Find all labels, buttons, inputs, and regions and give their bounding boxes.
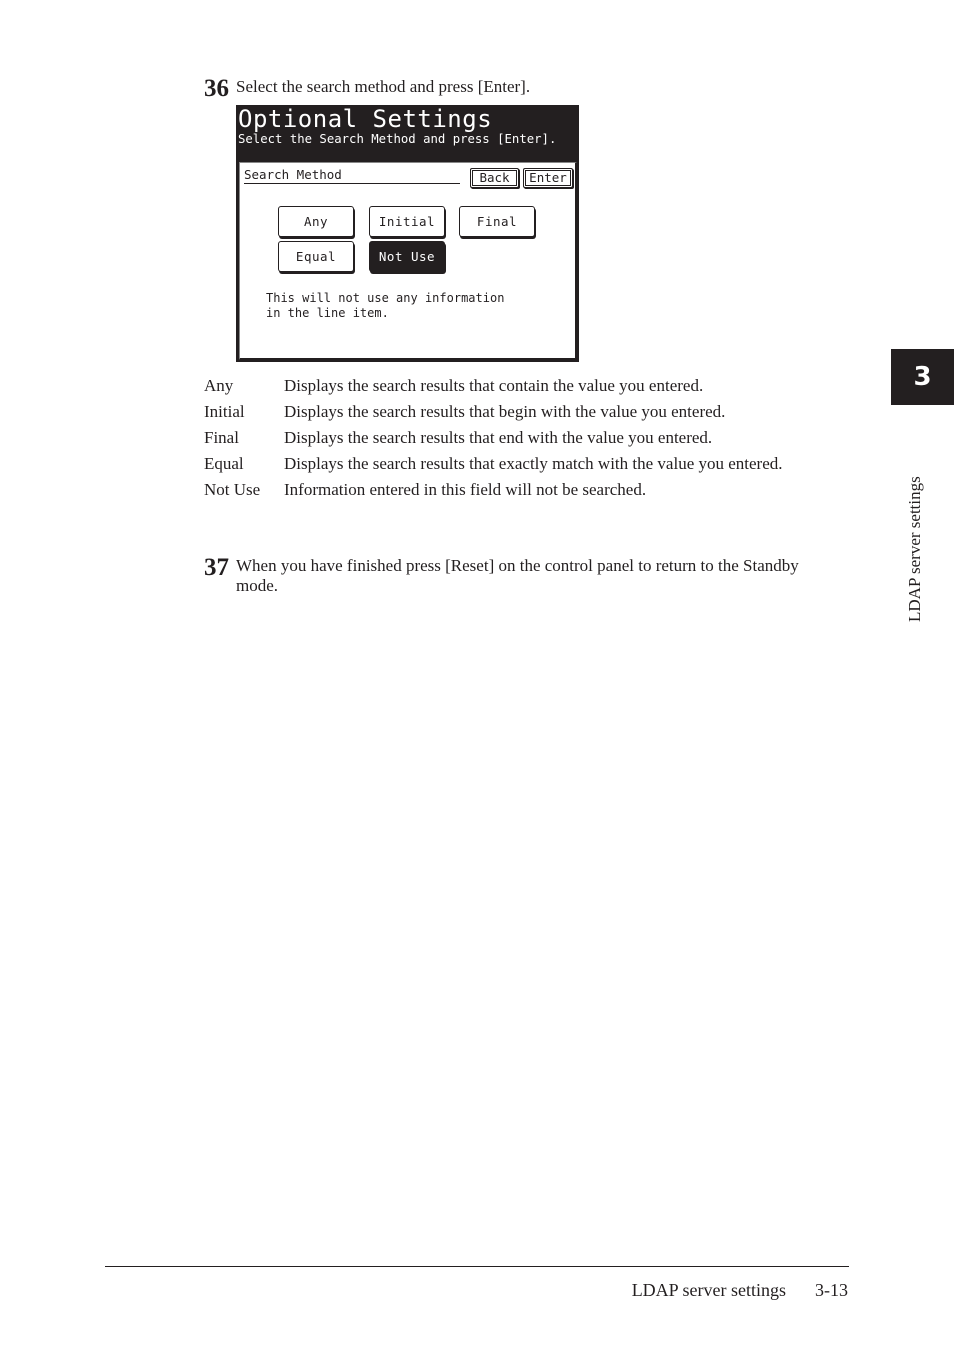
footer-section-title: LDAP server settings xyxy=(631,1280,786,1300)
step-instruction: When you have finished press [Reset] on … xyxy=(236,556,799,595)
step-number: 36 xyxy=(204,75,229,102)
footer-divider xyxy=(105,1266,849,1267)
screen-subtitle: Select the Search Method and press [Ente… xyxy=(238,132,557,146)
option-initial-button[interactable]: Initial xyxy=(369,206,445,237)
option-info-text: This will not use any information in the… xyxy=(266,291,505,320)
screen-title: Optional Settings xyxy=(238,105,493,133)
definition-description: Information entered in this field will n… xyxy=(284,480,647,499)
definition-row: Initial Displays the search results that… xyxy=(204,402,824,422)
option-not-use-button[interactable]: Not Use xyxy=(369,241,445,272)
footer-page-number: 3-13 xyxy=(815,1280,848,1300)
definition-term: Not Use xyxy=(204,480,261,499)
definition-term: Any xyxy=(204,376,234,395)
option-final-button[interactable]: Final xyxy=(459,206,535,237)
chapter-tab: 3 xyxy=(891,349,954,405)
definition-term: Initial xyxy=(204,402,245,421)
option-equal-button[interactable]: Equal xyxy=(278,241,354,272)
definition-row: Any Displays the search results that con… xyxy=(204,376,824,396)
definition-row: Final Displays the search results that e… xyxy=(204,428,824,448)
definition-row: Not Use Information entered in this fiel… xyxy=(204,480,824,500)
optional-settings-screen: Optional Settings Select the Search Meth… xyxy=(236,105,579,362)
back-button[interactable]: Back xyxy=(470,168,519,188)
option-any-button[interactable]: Any xyxy=(278,206,354,237)
search-method-definitions: Any Displays the search results that con… xyxy=(204,376,824,506)
definition-row: Equal Displays the search results that e… xyxy=(204,454,824,474)
definition-description: Displays the search results that end wit… xyxy=(284,428,713,447)
definition-description: Displays the search results that exactly… xyxy=(284,454,783,473)
definition-description: Displays the search results that contain… xyxy=(284,376,704,395)
step-instruction: Select the search method and press [Ente… xyxy=(236,77,531,96)
search-method-label: Search Method xyxy=(244,168,460,184)
chapter-side-label: LDAP server settings xyxy=(905,476,924,622)
definition-term: Final xyxy=(204,428,239,447)
enter-button[interactable]: Enter xyxy=(523,168,573,188)
screen-body: Search Method Back Enter Any Initial Fin… xyxy=(239,162,577,360)
definition-description: Displays the search results that begin w… xyxy=(284,402,726,421)
definition-term: Equal xyxy=(204,454,244,473)
step-number: 37 xyxy=(204,554,229,581)
